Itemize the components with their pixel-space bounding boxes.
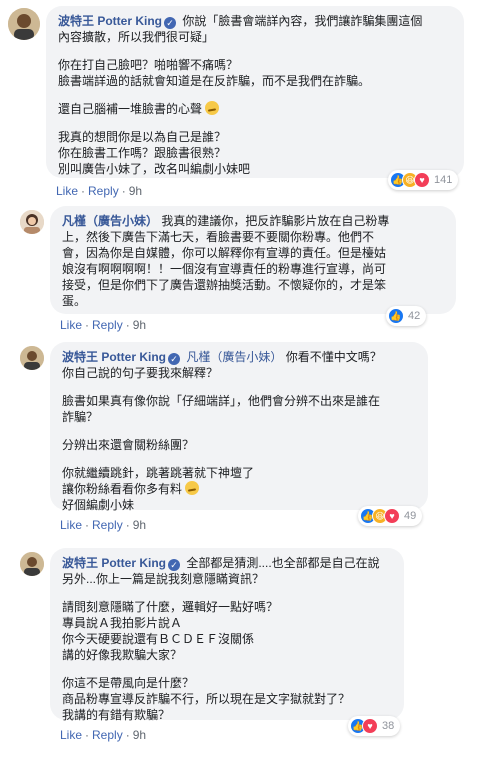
reply-button[interactable]: Reply: [92, 518, 123, 532]
like-icon: 👍: [388, 308, 404, 324]
comment-bubble: 凡槿（廣告小妹） 我真的建議你，把反詐騙影片放在自己粉專 上，然後下廣告下滿七天…: [50, 206, 456, 314]
comment-text: 還自己腦補一堆臉書的心聲: [58, 102, 203, 116]
like-button[interactable]: Like: [60, 728, 82, 742]
comment-text: 臉書端詳過的話就會知道是在反詐騙，而不是我們在詐騙。: [58, 74, 371, 88]
comment-text: 我真的想問你是以為自己是誰？: [58, 130, 227, 144]
comment-text: 商品粉專宣導反詐騙不行，所以現在是文字獄就對了？: [62, 692, 351, 706]
comment-text: 我真的建議你，把反詐騙影片放在自己粉專: [161, 214, 390, 228]
avatar[interactable]: [20, 552, 44, 576]
comment-text: 娘沒有啊啊啊啊！！一個沒有宣導責任的粉專進行宣導，尚可: [62, 262, 387, 276]
comment-text: 接受，但是你們下了廣告還辦抽獎活動。不懷疑你的，才是笨: [62, 278, 387, 292]
timestamp[interactable]: 9h: [133, 518, 146, 532]
like-button[interactable]: Like: [60, 518, 82, 532]
author-name[interactable]: 波特王 Potter King: [58, 14, 162, 28]
comment-actions: Like · Reply · 9h: [60, 518, 147, 532]
comment-text: 蛋。: [62, 294, 87, 308]
comment-text: 分辨出來還會關粉絲團？: [62, 438, 195, 452]
reply-button[interactable]: Reply: [92, 728, 123, 742]
comment-text: 你這不是帶風向是什麼？: [62, 676, 195, 690]
love-icon: ♥: [384, 508, 400, 524]
comment-text: 講的好像我欺騙大家？: [62, 648, 183, 662]
comment-bubble: 波特王 Potter King ✓ 凡槿（廣告小妹） 你看不懂中文嗎？ 你自己說的…: [50, 342, 428, 512]
comment-text: 會，因為你是自媒體，你可以解釋你有宣導的責任。但是檯姑: [62, 246, 387, 260]
comment-text: 臉書如果真有像你說「仔細端詳」，他們會分辨不出來是誰在: [62, 394, 381, 408]
reactions-summary[interactable]: 👍 😆 ♥ 141: [388, 170, 459, 190]
verified-badge-icon: ✓: [164, 17, 176, 29]
author-name[interactable]: 凡槿（廣告小妹）: [62, 214, 158, 228]
comment-actions: Like · Reply · 9h: [60, 728, 147, 742]
comment-bubble: 波特王 Potter King ✓ 你說「臉書會端詳內容，我們讓詐騙集團這個 內容…: [46, 6, 464, 178]
love-icon: ♥: [414, 172, 430, 188]
reactions-summary[interactable]: 👍 ♥ 38: [348, 716, 401, 736]
reactions-summary[interactable]: 👍 42: [386, 306, 427, 326]
like-button[interactable]: Like: [60, 318, 82, 332]
avatar[interactable]: [20, 210, 44, 234]
comment-text: 詐騙？: [62, 410, 99, 424]
comment-text: 你今天硬要說還有ＢＣＤＥＦ沒關係: [62, 632, 255, 646]
comment-text: 你在打自己臉吧？啪啪響不痛嗎？: [58, 58, 239, 72]
comment-text: 我講的有錯有欺騙？: [62, 708, 171, 722]
avatar[interactable]: [8, 8, 40, 40]
like-button[interactable]: Like: [56, 184, 78, 198]
comment-text: 請問刻意隱瞞了什麼，邏輯好一點好嗎？: [62, 600, 279, 614]
comment-bubble: 波特王 Potter King ✓ 全部都是猜測....也全部都是自己在說 另外.…: [50, 548, 404, 722]
comment-text: 全部都是猜測....也全部都是自己在說: [186, 556, 380, 570]
reaction-count: 141: [434, 174, 453, 186]
reaction-count: 38: [382, 720, 395, 732]
timestamp[interactable]: 9h: [133, 728, 146, 742]
comment-text: 你說「臉書會端詳內容，我們讓詐騙集團這個: [182, 14, 423, 28]
timestamp[interactable]: 9h: [133, 318, 146, 332]
mention-link[interactable]: 凡槿（廣告小妹）: [186, 350, 282, 364]
reaction-count: 49: [404, 510, 417, 522]
comment-text: 你在臉書工作嗎？跟臉書很熟？: [58, 146, 227, 160]
reply-button[interactable]: Reply: [92, 318, 123, 332]
author-name[interactable]: 波特王 Potter King: [62, 556, 166, 570]
timestamp[interactable]: 9h: [129, 184, 142, 198]
comment-actions: Like · Reply · 9h: [60, 318, 147, 332]
comment-text: 你就繼續跳針，跳著跳著就下神壇了: [62, 466, 255, 480]
author-name[interactable]: 波特王 Potter King: [62, 350, 166, 364]
comment-text: 上，然後下廣告下滿七天，看臉書要不要關你粉專。他們不: [62, 230, 375, 244]
verified-badge-icon: ✓: [168, 559, 180, 571]
reaction-count: 42: [408, 310, 421, 322]
comment-actions: Like · Reply · 9h: [56, 184, 143, 198]
comment-text: 內容擴散，所以我們很可疑」: [58, 30, 215, 44]
comment-text: 另外...你上一篇是說我刻意隱瞞資訊？: [62, 572, 265, 586]
comment-text: 你自己說的句子要我來解釋？: [62, 366, 219, 380]
love-icon: ♥: [362, 718, 378, 734]
smirk-emoji-icon: [185, 481, 200, 495]
reactions-summary[interactable]: 👍 😆 ♥ 49: [358, 506, 423, 526]
comment-text: 專員說Ａ我拍影片說Ａ: [62, 616, 183, 630]
comment-text: 你看不懂中文嗎？: [285, 350, 382, 364]
verified-badge-icon: ✓: [168, 353, 180, 365]
comment-text: 讓你粉絲看看你多有料: [62, 482, 183, 496]
avatar[interactable]: [20, 346, 44, 370]
smirk-emoji-icon: [205, 101, 220, 115]
reply-button[interactable]: Reply: [88, 184, 119, 198]
